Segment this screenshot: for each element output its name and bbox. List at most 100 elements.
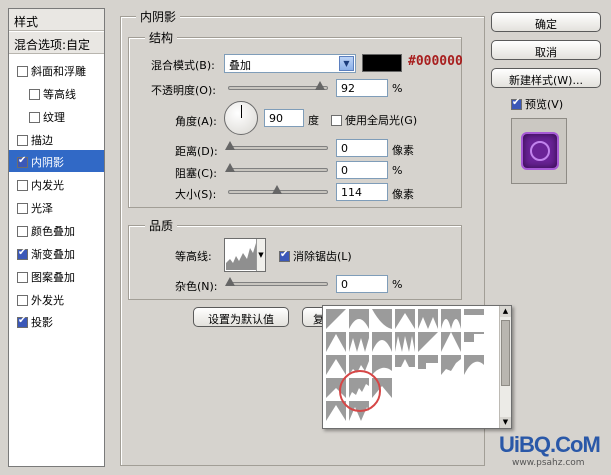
choke-slider[interactable] xyxy=(225,163,328,172)
opacity-label: 不透明度(O): xyxy=(151,84,216,97)
preview-toggle[interactable]: 预览(V) xyxy=(511,96,563,112)
size-slider[interactable] xyxy=(228,185,328,194)
contour-preset[interactable] xyxy=(371,354,393,376)
make-default-button[interactable]: 设置为默认值 xyxy=(193,307,289,327)
style-item-label: 纹理 xyxy=(43,111,65,124)
contour-preset[interactable] xyxy=(394,308,416,330)
style-item-color-overlay[interactable]: 颜色叠加 xyxy=(9,219,104,241)
contour-preset[interactable] xyxy=(463,354,485,376)
noise-slider-thumb[interactable] xyxy=(225,277,235,286)
color-overlay-checkbox[interactable] xyxy=(17,226,28,237)
contour-checkbox[interactable] xyxy=(29,89,40,100)
antialias-toggle[interactable]: 消除锯齿(L) xyxy=(279,248,352,264)
contour-preset[interactable] xyxy=(440,331,462,353)
contour-preset[interactable] xyxy=(417,354,439,376)
gradient-overlay-checkbox[interactable] xyxy=(17,247,28,260)
contour-shape-icon xyxy=(372,367,392,375)
contour-shape-icon xyxy=(349,319,369,329)
contour-preset[interactable] xyxy=(371,308,393,330)
contour-dropdown-arrow-icon[interactable]: ▼ xyxy=(256,239,265,271)
contour-preset[interactable] xyxy=(394,354,416,376)
style-item-bevel-emboss[interactable]: 斜面和浮雕 xyxy=(9,59,104,81)
style-item-drop-shadow[interactable]: 投影 xyxy=(9,310,104,332)
size-slider-thumb[interactable] xyxy=(272,185,282,194)
bevel-emboss-checkbox[interactable] xyxy=(17,66,28,77)
style-item-pattern-overlay[interactable]: 图案叠加 xyxy=(9,265,104,287)
noise-input[interactable]: 0 xyxy=(336,275,388,293)
contour-shape-icon xyxy=(464,361,484,375)
opacity-slider-thumb[interactable] xyxy=(315,81,325,90)
inner-glow-checkbox[interactable] xyxy=(17,180,28,191)
size-input[interactable]: 114 xyxy=(336,183,388,201)
angle-label: 角度(A): xyxy=(175,115,217,128)
style-item-label: 图案叠加 xyxy=(31,271,75,284)
choke-unit: % xyxy=(392,164,403,177)
preview-label: 预览(V) xyxy=(525,98,564,111)
angle-dial[interactable] xyxy=(224,101,258,135)
blend-mode-select[interactable]: 叠加 ▼ xyxy=(224,54,356,73)
pattern-overlay-checkbox[interactable] xyxy=(17,272,28,283)
blend-options-item[interactable]: 混合选项:自定 xyxy=(9,32,104,54)
style-item-label: 内发光 xyxy=(31,179,64,192)
style-item-texture[interactable]: 纹理 xyxy=(9,105,104,127)
contour-preset[interactable] xyxy=(417,331,439,353)
opacity-slider[interactable] xyxy=(228,81,328,90)
antialias-checkbox[interactable] xyxy=(279,249,290,262)
contour-preset[interactable] xyxy=(440,354,462,376)
styles-header[interactable]: 样式 xyxy=(9,9,104,31)
distance-slider[interactable] xyxy=(225,141,328,150)
style-item-outer-glow[interactable]: 外发光 xyxy=(9,288,104,310)
global-light-checkbox[interactable] xyxy=(331,115,342,126)
distance-slider-thumb[interactable] xyxy=(225,141,235,150)
global-light-toggle[interactable]: 使用全局光(G) xyxy=(331,112,417,128)
noise-label: 杂色(N): xyxy=(175,280,218,293)
shadow-color-swatch[interactable] xyxy=(362,54,402,72)
contour-preset[interactable] xyxy=(463,331,485,353)
style-item-satin[interactable]: 光泽 xyxy=(9,196,104,218)
distance-label: 距离(D): xyxy=(175,145,218,158)
contour-picker[interactable]: ▼ xyxy=(224,238,266,272)
stroke-checkbox[interactable] xyxy=(17,135,28,146)
choke-input[interactable]: 0 xyxy=(336,161,388,179)
outer-glow-checkbox[interactable] xyxy=(17,295,28,306)
new-style-button[interactable]: 新建样式(W)... xyxy=(491,68,601,88)
contour-preset[interactable] xyxy=(440,308,462,330)
chevron-down-icon[interactable]: ▼ xyxy=(339,56,354,71)
noise-slider[interactable] xyxy=(225,277,328,286)
scroll-down-icon[interactable]: ▼ xyxy=(500,417,511,428)
watermark-logo: UiBQ.CoM xyxy=(499,432,601,457)
style-item-label: 投影 xyxy=(31,316,53,329)
style-item-contour[interactable]: 等高线 xyxy=(9,82,104,104)
satin-checkbox[interactable] xyxy=(17,203,28,214)
contour-preset[interactable] xyxy=(417,308,439,330)
contour-preset[interactable] xyxy=(325,308,347,330)
contour-preset[interactable] xyxy=(325,331,347,353)
preview-checkbox[interactable] xyxy=(511,97,522,110)
size-label: 大小(S): xyxy=(175,188,217,201)
contour-preset[interactable] xyxy=(371,331,393,353)
contour-preset[interactable] xyxy=(394,331,416,353)
scroll-up-icon[interactable]: ▲ xyxy=(500,306,511,317)
choke-slider-thumb[interactable] xyxy=(225,163,235,172)
style-item-label: 光泽 xyxy=(31,202,53,215)
style-item-gradient-overlay[interactable]: 渐变叠加 xyxy=(9,242,104,264)
contour-shape-icon xyxy=(418,363,438,375)
contour-preset[interactable] xyxy=(348,331,370,353)
scrollbar-thumb[interactable] xyxy=(501,320,510,386)
contour-preset[interactable] xyxy=(348,308,370,330)
distance-input[interactable]: 0 xyxy=(336,139,388,157)
style-item-inner-glow[interactable]: 内发光 xyxy=(9,173,104,195)
style-item-stroke[interactable]: 描边 xyxy=(9,128,104,150)
ok-button[interactable]: 确定 xyxy=(491,12,601,32)
drop-shadow-checkbox[interactable] xyxy=(17,315,28,328)
opacity-input[interactable]: 92 xyxy=(336,79,388,97)
contour-preset[interactable] xyxy=(463,308,485,330)
angle-input[interactable]: 90 xyxy=(264,109,304,127)
popup-scrollbar[interactable]: ▲ ▼ xyxy=(499,306,511,428)
style-item-inner-shadow[interactable]: 内阴影 xyxy=(9,150,104,172)
inner-shadow-checkbox[interactable] xyxy=(17,155,28,168)
texture-checkbox[interactable] xyxy=(29,112,40,123)
contour-preset[interactable] xyxy=(325,354,347,376)
distance-unit: 像素 xyxy=(392,144,414,157)
cancel-button[interactable]: 取消 xyxy=(491,40,601,60)
